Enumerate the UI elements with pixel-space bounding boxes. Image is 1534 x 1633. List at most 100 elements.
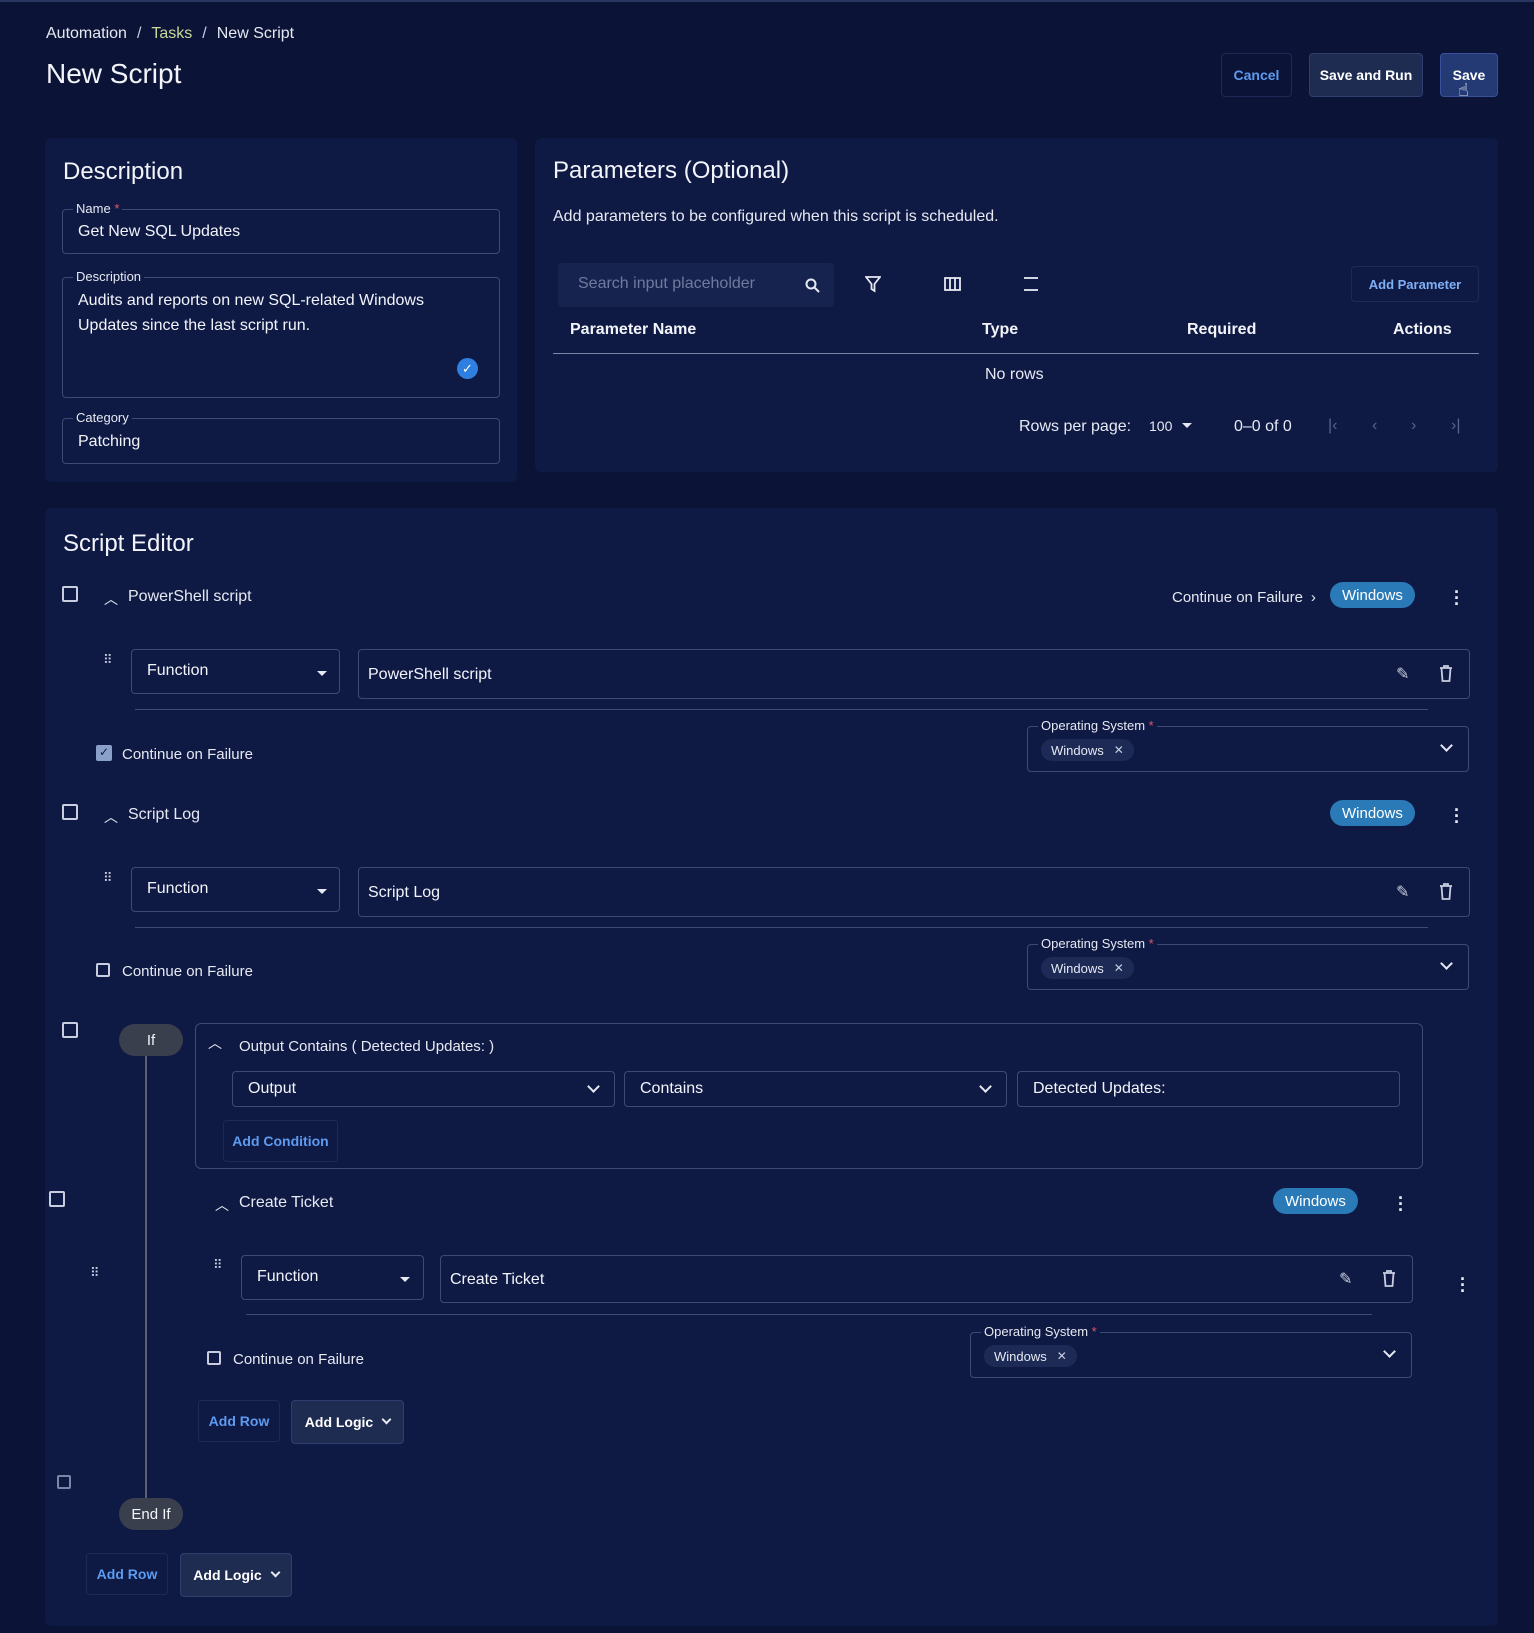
chevron-up-icon[interactable]: ︿ — [104, 589, 118, 609]
more-options-icon[interactable]: · · · — [1452, 801, 1462, 831]
end-if-select-checkbox[interactable] — [57, 1475, 71, 1489]
chevron-up-icon[interactable]: ︿ — [215, 1195, 229, 1215]
empty-table-message: No rows — [985, 366, 1044, 383]
add-row-button[interactable]: Add Row — [86, 1553, 168, 1595]
columns-icon[interactable] — [944, 277, 961, 291]
page-title: New Script — [46, 58, 182, 89]
column-header-type[interactable]: Type — [982, 321, 1018, 339]
operating-system-select[interactable]: Operating System * Windows ✕ — [1027, 936, 1469, 990]
pencil-icon[interactable]: ✎ — [1339, 1269, 1352, 1289]
save-and-run-button[interactable]: Save and Run — [1309, 53, 1423, 97]
description-panel: Description Name * Get New SQL Updates D… — [45, 138, 517, 482]
parameters-subtitle: Add parameters to be configured when thi… — [553, 208, 999, 225]
drag-handle-icon[interactable]: ⠿ — [103, 653, 114, 666]
continue-on-failure-label: Continue on Failure — [233, 1351, 364, 1368]
operating-system-select[interactable]: Operating System * Windows ✕ — [970, 1324, 1412, 1378]
remove-chip-icon[interactable]: ✕ — [1057, 1349, 1067, 1363]
more-options-icon[interactable]: · · · — [1458, 1270, 1468, 1300]
first-page-icon[interactable]: |‹ — [1328, 417, 1337, 435]
density-icon[interactable] — [1023, 276, 1039, 292]
condition-field-select[interactable]: Output — [232, 1071, 615, 1107]
divider — [135, 709, 1428, 710]
add-parameter-button[interactable]: Add Parameter — [1351, 266, 1479, 302]
os-pill: Windows — [1330, 800, 1415, 826]
continue-on-failure-link[interactable]: Continue on Failure › — [1172, 589, 1316, 606]
function-value: Script Log — [368, 884, 441, 901]
step-select-checkbox[interactable] — [49, 1191, 65, 1207]
table-header-divider — [553, 353, 1479, 354]
trash-icon[interactable] — [1382, 1270, 1396, 1287]
drag-handle-icon[interactable]: ⠿ — [90, 1266, 101, 1279]
step-type-value: Function — [257, 1268, 319, 1285]
function-field[interactable]: Script Log ✎ — [358, 867, 1470, 917]
continue-on-failure-checkbox[interactable] — [96, 963, 110, 977]
trash-icon[interactable] — [1439, 665, 1453, 682]
step-type-select[interactable]: Function — [241, 1255, 424, 1300]
description-label: Description — [73, 269, 145, 285]
column-header-required[interactable]: Required — [1187, 321, 1256, 339]
search-icon[interactable] — [805, 278, 820, 293]
operating-system-label: Operating System * — [1038, 936, 1157, 952]
caret-down-icon — [317, 889, 327, 894]
remove-chip-icon[interactable]: ✕ — [1114, 743, 1124, 757]
step-select-checkbox[interactable] — [62, 804, 78, 820]
condition-value-input[interactable]: Detected Updates: — [1017, 1071, 1400, 1107]
condition-operator-select[interactable]: Contains — [624, 1071, 1007, 1107]
caret-down-icon — [1182, 423, 1193, 429]
search-input[interactable] — [578, 275, 788, 293]
pencil-icon[interactable]: ✎ — [1396, 664, 1409, 684]
operating-system-select[interactable]: Operating System * Windows ✕ — [1027, 718, 1469, 772]
condition-operator-value: Contains — [640, 1080, 704, 1097]
trash-icon[interactable] — [1439, 883, 1453, 900]
condition-value: Detected Updates: — [1033, 1080, 1166, 1097]
step-type-select[interactable]: Function — [131, 867, 340, 912]
condition-field-value: Output — [248, 1080, 297, 1097]
chevron-up-icon[interactable]: ︿ — [104, 807, 118, 827]
remove-chip-icon[interactable]: ✕ — [1114, 961, 1124, 975]
filter-icon[interactable] — [865, 276, 881, 293]
function-value: Create Ticket — [450, 1271, 545, 1288]
add-logic-button[interactable]: Add Logic — [180, 1553, 292, 1597]
last-page-icon[interactable]: ›| — [1451, 417, 1460, 435]
function-field[interactable]: PowerShell script ✎ — [358, 649, 1470, 699]
pencil-icon[interactable]: ✎ — [1396, 882, 1409, 902]
drag-handle-icon[interactable]: ⠿ — [103, 871, 114, 884]
more-options-icon[interactable]: · · · — [1396, 1189, 1406, 1219]
continue-on-failure-checkbox[interactable] — [96, 745, 112, 761]
add-logic-label: Add Logic — [193, 1567, 262, 1583]
add-logic-label: Add Logic — [304, 1414, 374, 1430]
column-header-parameter-name[interactable]: Parameter Name — [570, 321, 696, 339]
caret-down-icon — [317, 671, 327, 676]
more-options-icon[interactable]: · · · — [1452, 583, 1462, 613]
function-value: PowerShell script — [368, 666, 492, 683]
name-label: Name * — [73, 201, 123, 217]
script-editor-title: Script Editor — [63, 530, 194, 557]
breadcrumb-tasks[interactable]: Tasks — [151, 25, 192, 43]
add-condition-button[interactable]: Add Condition — [223, 1120, 338, 1162]
rows-per-page-select[interactable]: 100 — [1149, 418, 1193, 434]
function-field[interactable]: Create Ticket ✎ — [440, 1255, 1413, 1303]
pointer-cursor-icon: ☝ — [1458, 80, 1469, 100]
breadcrumb-automation[interactable]: Automation — [46, 25, 127, 43]
step-select-checkbox[interactable] — [62, 586, 78, 602]
rows-per-page-value: 100 — [1149, 418, 1173, 434]
description-title: Description — [63, 158, 184, 185]
save-button[interactable]: Save — [1440, 53, 1498, 97]
add-row-button[interactable]: Add Row — [198, 1400, 280, 1442]
step-type-value: Function — [147, 662, 209, 679]
if-select-checkbox[interactable] — [62, 1022, 78, 1038]
add-logic-button[interactable]: Add Logic — [291, 1400, 404, 1444]
chevron-up-icon[interactable]: ︿ — [208, 1033, 222, 1053]
step-type-select[interactable]: Function — [131, 649, 340, 694]
next-page-icon[interactable]: › — [1411, 417, 1416, 435]
if-node: If — [119, 1024, 183, 1056]
description-field[interactable]: Description Audits and reports on new SQ… — [62, 269, 500, 398]
chevron-down-icon — [270, 1567, 281, 1577]
continue-on-failure-checkbox[interactable] — [207, 1351, 221, 1365]
name-field[interactable]: Name * Get New SQL Updates — [62, 201, 500, 254]
category-field[interactable]: Category Patching — [62, 410, 500, 464]
previous-page-icon[interactable]: ‹ — [1372, 417, 1377, 435]
os-chip-label: Windows — [994, 1348, 1047, 1364]
drag-handle-icon[interactable]: ⠿ — [213, 1258, 224, 1271]
cancel-button[interactable]: Cancel — [1221, 53, 1292, 97]
